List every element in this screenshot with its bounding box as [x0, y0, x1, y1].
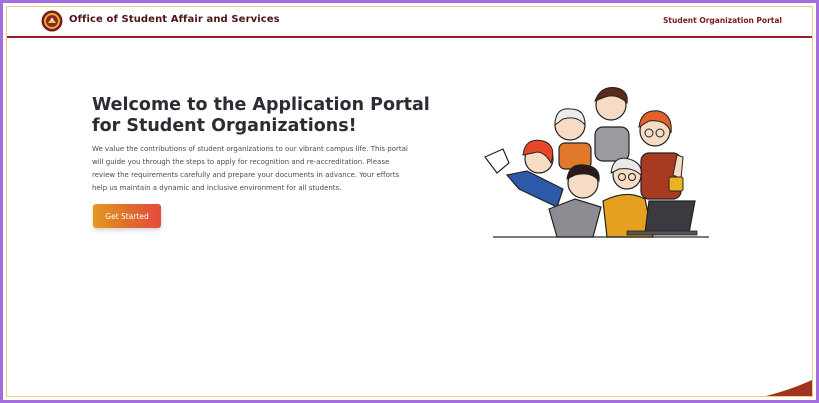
hero-title: Welcome to the Application Portal for St… — [92, 95, 430, 136]
page-container: Office of Student Affair and Services St… — [6, 6, 813, 397]
get-started-button[interactable]: Get Started — [93, 204, 161, 228]
top-navbar: Office of Student Affair and Services St… — [7, 7, 812, 38]
site-brand-title[interactable]: Office of Student Affair and Services — [69, 14, 280, 25]
hero-description: We value the contributions of student or… — [92, 145, 408, 192]
group-of-people-illustration — [484, 87, 709, 238]
decorative-corner — [766, 380, 812, 396]
university-seal-icon[interactable] — [41, 10, 63, 32]
page-frame: Office of Student Affair and Services St… — [0, 0, 819, 403]
student-organization-portal-link[interactable]: Student Organization Portal — [663, 16, 782, 25]
